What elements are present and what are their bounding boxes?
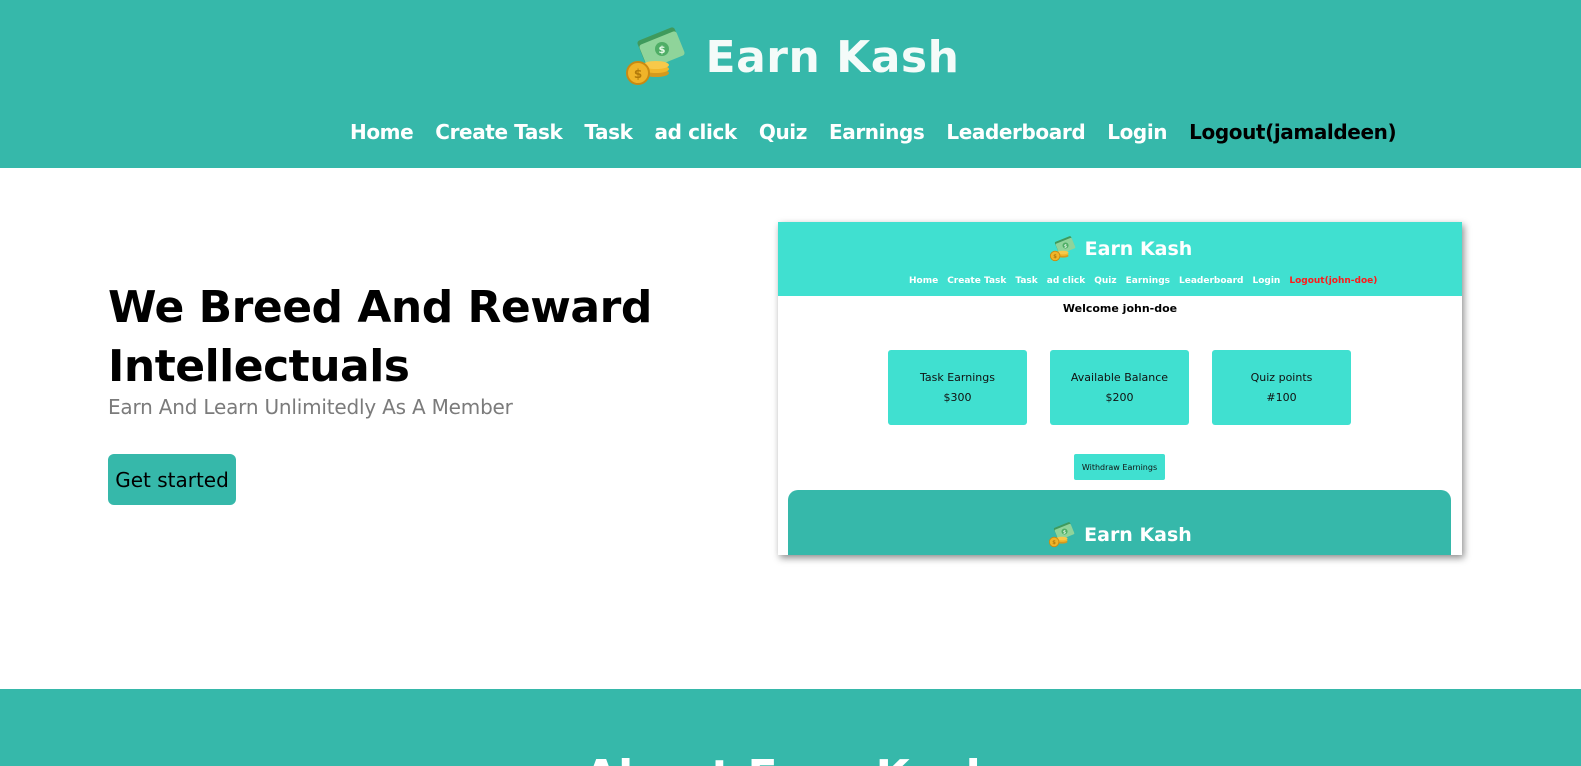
money-cash-icon: [1048, 236, 1077, 262]
preview-card-value: $200: [1105, 391, 1134, 404]
preview-nav-home: Home: [909, 276, 939, 286]
preview-footer: Earn Kash: [788, 490, 1451, 555]
preview-brand: Earn Kash: [778, 234, 1462, 264]
preview-card-label: Quiz points: [1250, 371, 1313, 384]
preview-header: Earn Kash Home Create Task Task ad click…: [778, 222, 1462, 296]
nav-home[interactable]: Home: [350, 120, 414, 144]
preview-footer-brand-name: Earn Kash: [1084, 524, 1192, 546]
preview-card-quiz-points: Quiz points #100: [1212, 350, 1351, 425]
preview-nav-create-task: Create Task: [947, 276, 1007, 286]
preview-card-value: $300: [943, 391, 972, 404]
preview-nav-ad-click: ad click: [1046, 276, 1086, 286]
nav-earnings[interactable]: Earnings: [829, 120, 925, 144]
site-header: Earn Kash Home Create Task Task ad click…: [0, 0, 1581, 168]
money-cash-icon: [1047, 522, 1076, 548]
preview-card-label: Available Balance: [1070, 371, 1169, 384]
preview-withdraw-button: Withdraw Earnings: [1074, 454, 1165, 480]
preview-nav-leaderboard: Leaderboard: [1179, 276, 1244, 286]
nav-task[interactable]: Task: [584, 120, 633, 144]
brand[interactable]: Earn Kash: [0, 22, 1581, 92]
preview-welcome: Welcome john-doe: [1062, 302, 1178, 315]
preview-nav: Home Create Task Task ad click Quiz Earn…: [909, 274, 1377, 288]
preview-nav-earnings: Earnings: [1125, 276, 1170, 286]
about-title: About Earn Kash: [0, 751, 1581, 766]
hero-title: We Breed And Reward Intellectuals: [108, 282, 652, 392]
preview-card-value: #100: [1266, 391, 1297, 404]
about-section: About Earn Kash: [0, 689, 1581, 766]
preview-brand-name: Earn Kash: [1084, 238, 1193, 260]
money-cash-icon: [622, 27, 688, 87]
nav-ad-click[interactable]: ad click: [655, 120, 738, 144]
main-nav: Home Create Task Task ad click Quiz Earn…: [350, 116, 1397, 148]
hero-subtitle: Earn And Learn Unlimitedly As A Member: [108, 395, 513, 419]
app-preview-image: Earn Kash Home Create Task Task ad click…: [778, 222, 1462, 555]
preview-card-available-balance: Available Balance $200: [1050, 350, 1189, 425]
nav-quiz[interactable]: Quiz: [759, 120, 808, 144]
preview-nav-login: Login: [1252, 276, 1281, 286]
brand-name: Earn Kash: [705, 31, 960, 83]
preview-nav-task: Task: [1015, 276, 1038, 286]
preview-nav-quiz: Quiz: [1094, 276, 1117, 286]
nav-leaderboard[interactable]: Leaderboard: [946, 120, 1085, 144]
preview-card-label: Task Earnings: [920, 371, 995, 384]
get-started-button[interactable]: Get started: [108, 454, 236, 505]
preview-card-task-earnings: Task Earnings $300: [888, 350, 1027, 425]
nav-create-task[interactable]: Create Task: [435, 120, 562, 144]
nav-logout[interactable]: Logout(jamaldeen): [1189, 120, 1396, 144]
nav-login[interactable]: Login: [1107, 120, 1167, 144]
preview-footer-brand: Earn Kash: [788, 520, 1451, 550]
preview-nav-logout: Logout(john-doe): [1289, 276, 1378, 286]
